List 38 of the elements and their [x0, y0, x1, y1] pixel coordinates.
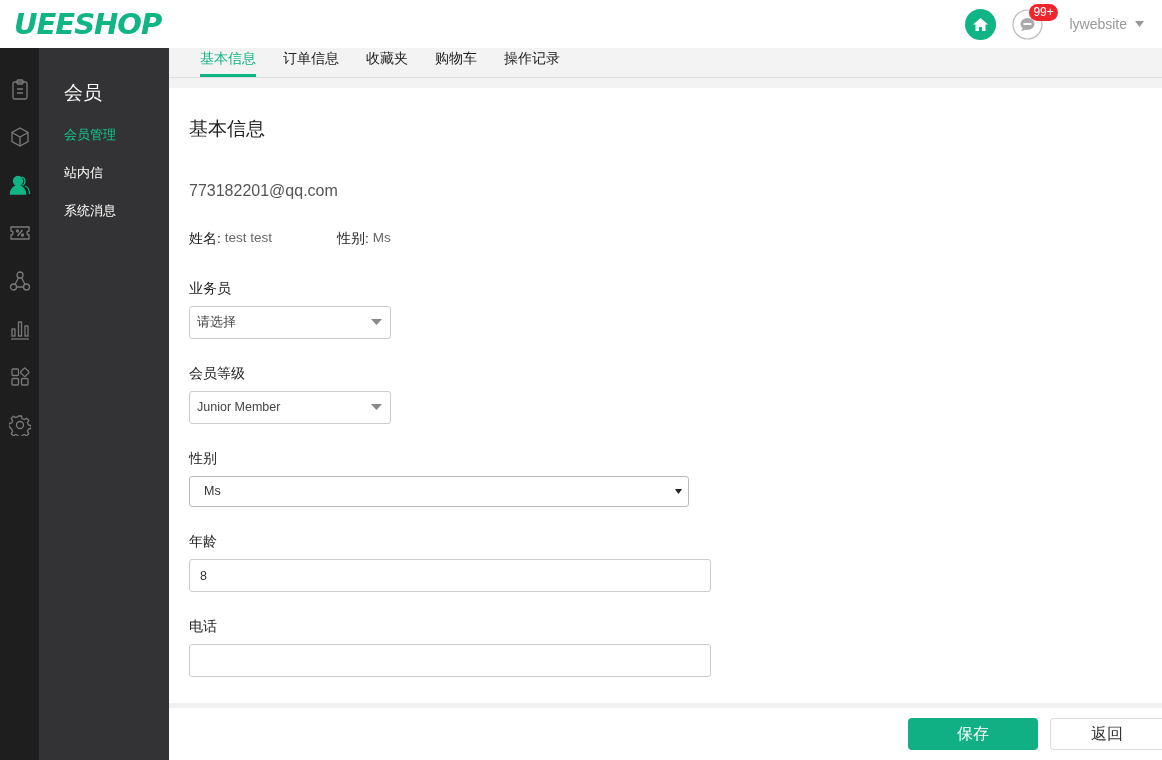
logo: UEESHOP [14, 7, 163, 41]
tab[interactable]: 购物车 [435, 50, 477, 77]
bar-chart-icon[interactable] [8, 318, 31, 340]
input-field[interactable] [189, 644, 711, 677]
input-field[interactable]: 8 [189, 559, 711, 592]
cube-icon[interactable] [8, 126, 31, 148]
dropdown[interactable]: Junior Member [189, 390, 391, 424]
info-value: test test [224, 230, 273, 247]
info-label: 姓名: [189, 230, 221, 248]
settings-icon[interactable] [8, 414, 31, 436]
field-label: 年龄 [189, 533, 217, 552]
caret-icon[interactable] [1135, 21, 1144, 27]
back-button[interactable]: 返回 [1050, 718, 1162, 750]
submenu-item[interactable]: 会员管理 [64, 126, 116, 144]
caret-icon [371, 404, 382, 411]
field-label: 电话 [189, 618, 217, 636]
submenu-item[interactable]: 系统消息 [64, 202, 116, 220]
section-heading: 基本信息 [189, 117, 265, 141]
field-label: 业务员 [189, 280, 231, 298]
dropdown[interactable]: Ms [189, 475, 689, 508]
field-label: 会员等级 [189, 364, 245, 383]
info-value: Ms [372, 230, 391, 247]
email-text: 773182201@qq.com [189, 182, 338, 200]
home-icon[interactable] [965, 8, 997, 40]
caret-icon [371, 319, 382, 326]
submenu-title: 会员 [64, 81, 102, 105]
field-label: 性别 [189, 449, 217, 468]
submenu-item[interactable]: 站内信 [64, 164, 103, 182]
dropdown[interactable]: 请选择 [189, 306, 391, 339]
tab[interactable]: 操作记录 [504, 50, 560, 77]
users-icon[interactable] [8, 174, 31, 196]
caret-icon [675, 489, 682, 494]
tab[interactable]: 订单信息 [283, 50, 339, 77]
apps-icon[interactable] [8, 366, 31, 388]
info-label: 性别: [337, 230, 369, 248]
nodes-icon[interactable] [8, 270, 31, 292]
tab[interactable]: 收藏夹 [366, 50, 408, 77]
notification-badge: 99+ [1029, 3, 1058, 21]
